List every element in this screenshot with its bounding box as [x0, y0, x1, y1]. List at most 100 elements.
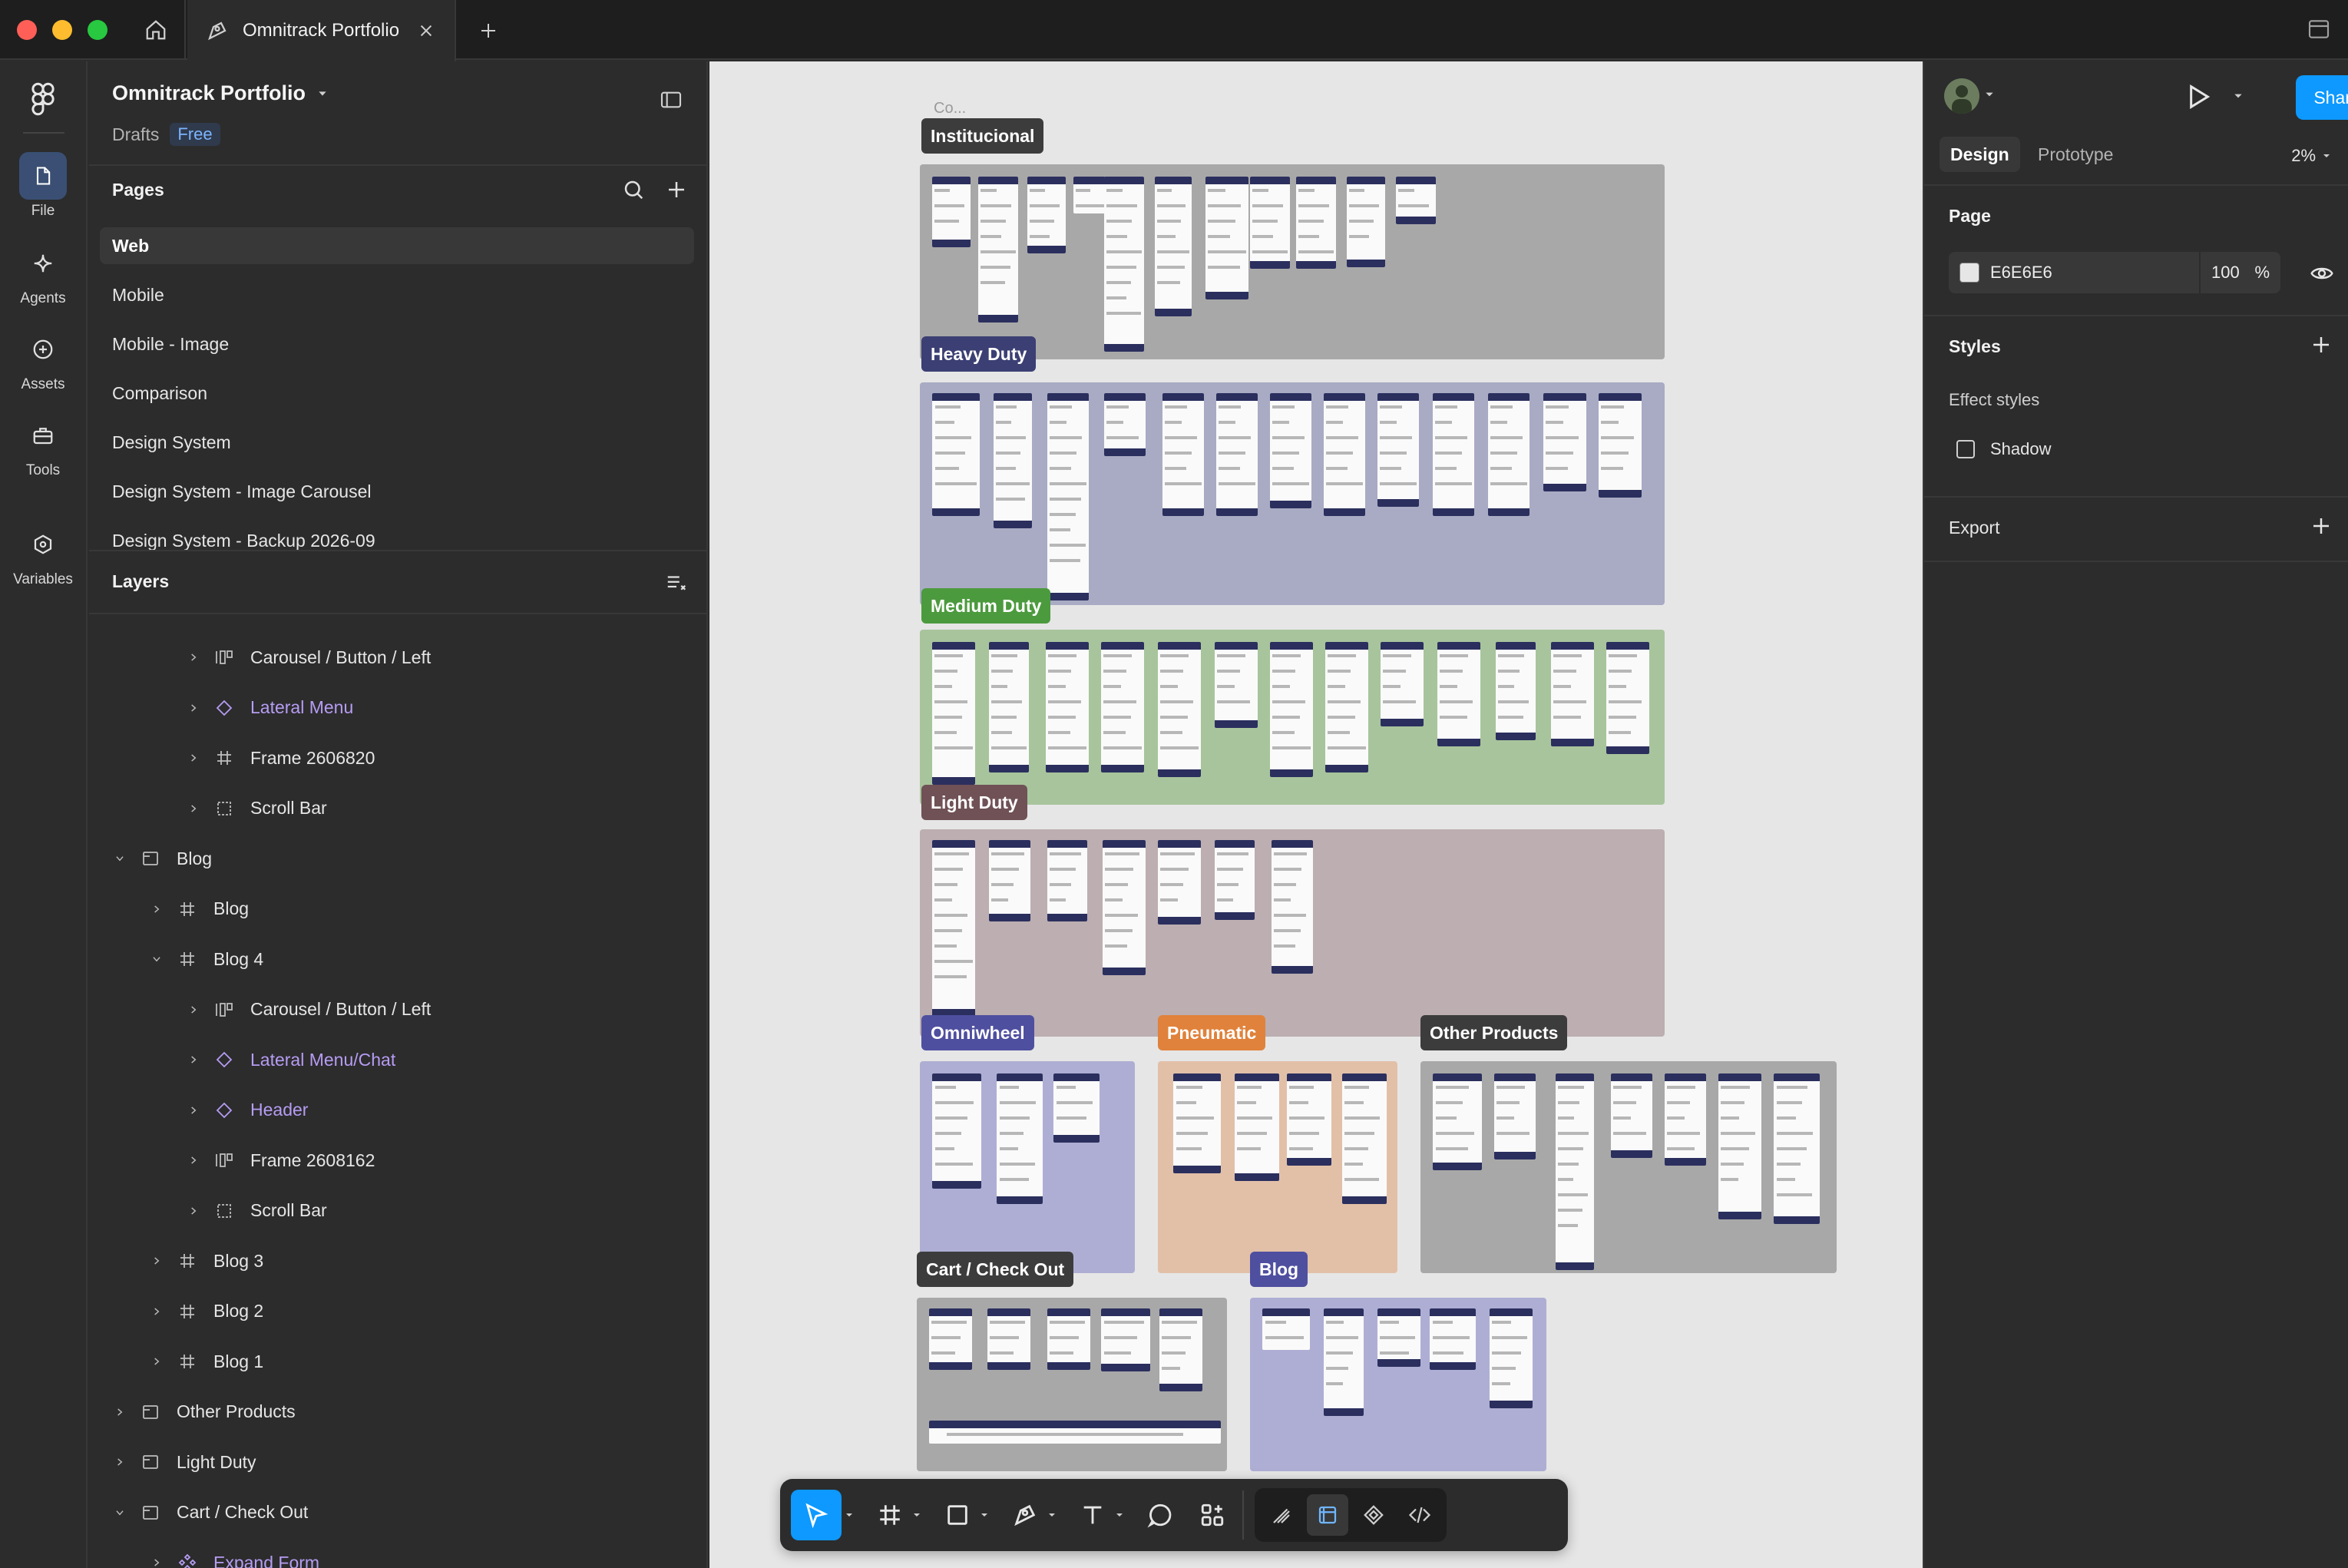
chevron-right-icon[interactable]	[186, 753, 201, 763]
layer-row[interactable]: Blog 3	[89, 1240, 706, 1282]
minimize-window-button[interactable]	[52, 20, 72, 40]
frame-thumbnail[interactable]	[1488, 393, 1530, 516]
frame-thumbnail[interactable]	[987, 1308, 1030, 1370]
frame-thumbnail[interactable]	[1396, 177, 1436, 224]
page-item-design-system-image-carousel[interactable]: Design System - Image Carousel	[100, 473, 694, 510]
frame-thumbnail[interactable]	[932, 177, 971, 247]
avatar-menu[interactable]	[1984, 89, 1995, 104]
main-menu-button[interactable]	[28, 81, 58, 121]
frame-thumbnail[interactable]	[1103, 840, 1146, 975]
layer-row[interactable]: Frame 2608162	[89, 1140, 706, 1181]
rail-item-file[interactable]: File	[0, 152, 86, 220]
file-tab[interactable]: Omnitrack Portfolio	[187, 0, 456, 61]
chevron-right-icon[interactable]	[149, 1356, 164, 1367]
frame-thumbnail[interactable]	[1173, 1073, 1221, 1173]
canvas-section[interactable]	[920, 829, 1665, 1037]
component-mode-button[interactable]	[1353, 1494, 1394, 1536]
present-menu[interactable]	[2233, 91, 2244, 105]
chevron-right-icon[interactable]	[149, 1306, 164, 1317]
rail-item-variables[interactable]: Variables	[0, 521, 86, 588]
frame-tool-button[interactable]	[871, 1490, 909, 1540]
canvas-section[interactable]	[920, 1061, 1135, 1273]
frame-thumbnail[interactable]	[1543, 393, 1586, 491]
frame-thumbnail[interactable]	[929, 1421, 1221, 1444]
toggle-sidebar-button[interactable]	[2307, 17, 2331, 45]
frame-thumbnail[interactable]	[1158, 840, 1201, 925]
frame-thumbnail[interactable]	[1104, 177, 1144, 352]
frame-thumbnail[interactable]	[1159, 1308, 1202, 1391]
maximize-window-button[interactable]	[88, 20, 107, 40]
canvas-section[interactable]	[917, 1298, 1227, 1471]
search-icon[interactable]	[622, 178, 645, 201]
close-window-button[interactable]	[17, 20, 37, 40]
layer-row[interactable]: Other Products	[89, 1391, 706, 1433]
shape-tool-button[interactable]	[938, 1490, 977, 1540]
rail-item-agents[interactable]: Agents	[0, 240, 86, 307]
frame-thumbnail[interactable]	[1215, 840, 1255, 920]
frame-thumbnail[interactable]	[1101, 642, 1144, 772]
section-label[interactable]: Blog	[1250, 1252, 1308, 1287]
frame-thumbnail[interactable]	[1599, 393, 1642, 498]
chevron-right-icon[interactable]	[186, 1206, 201, 1216]
frame-thumbnail[interactable]	[1270, 393, 1311, 508]
frame-thumbnail[interactable]	[1047, 840, 1087, 921]
frame-thumbnail[interactable]	[1216, 393, 1258, 516]
canvas-section[interactable]	[1158, 1061, 1397, 1273]
collapse-panel-button[interactable]	[659, 88, 683, 116]
frame-thumbnail[interactable]	[1296, 177, 1336, 269]
section-label[interactable]: Cart / Check Out	[917, 1252, 1074, 1287]
frame-thumbnail[interactable]	[1155, 177, 1192, 316]
frame-thumbnail[interactable]	[1325, 642, 1368, 772]
section-label[interactable]: Omniwheel	[921, 1015, 1034, 1050]
draw-mode-button[interactable]	[1261, 1494, 1302, 1536]
frame-thumbnail[interactable]	[929, 1308, 972, 1370]
frame-thumbnail[interactable]	[1377, 393, 1419, 507]
rail-item-tools[interactable]: Tools	[0, 412, 86, 479]
chevron-down-icon[interactable]	[112, 853, 127, 864]
frame-thumbnail[interactable]	[989, 642, 1029, 772]
frame-thumbnail[interactable]	[1556, 1073, 1594, 1270]
layers-options-button[interactable]	[665, 571, 688, 598]
chevron-right-icon[interactable]	[186, 703, 201, 713]
avatar[interactable]	[1944, 78, 1979, 114]
canvas-section[interactable]	[920, 164, 1665, 359]
section-label[interactable]: Light Duty	[921, 785, 1027, 820]
frame-thumbnail[interactable]	[1272, 840, 1313, 974]
chevron-right-icon[interactable]	[112, 1407, 127, 1417]
add-style-button[interactable]	[2310, 333, 2333, 360]
layer-row[interactable]: Header	[89, 1090, 706, 1131]
text-tool-menu[interactable]	[1112, 1510, 1127, 1520]
rail-item-assets[interactable]: Assets	[0, 326, 86, 393]
frame-thumbnail[interactable]	[1101, 1308, 1150, 1371]
frame-thumbnail[interactable]	[1104, 393, 1146, 456]
layer-row[interactable]: Carousel / Button / Left	[89, 637, 706, 678]
layer-row[interactable]: Blog	[89, 838, 706, 879]
present-button[interactable]	[2182, 81, 2213, 116]
layer-row[interactable]: Lateral Menu	[89, 687, 706, 729]
frame-thumbnail[interactable]	[1718, 1073, 1761, 1219]
frame-tool-menu[interactable]	[909, 1510, 924, 1520]
frame-thumbnail[interactable]	[1430, 1308, 1476, 1370]
fill-opacity[interactable]: 100 %	[2199, 252, 2280, 293]
frame-thumbnail[interactable]	[1433, 1073, 1482, 1170]
canvas-section[interactable]	[920, 382, 1665, 605]
chevron-right-icon[interactable]	[186, 1105, 201, 1116]
canvas-section[interactable]	[1420, 1061, 1837, 1273]
new-tab-button[interactable]	[473, 15, 504, 46]
layer-row[interactable]: Expand Form	[89, 1542, 706, 1568]
frame-thumbnail[interactable]	[1250, 177, 1290, 269]
dev-mode-button[interactable]	[1399, 1494, 1440, 1536]
frame-thumbnail[interactable]	[1606, 642, 1649, 754]
section-label[interactable]: Institucional	[921, 118, 1044, 154]
shape-tool-menu[interactable]	[977, 1510, 992, 1520]
layer-row[interactable]: Scroll Bar	[89, 788, 706, 829]
frame-thumbnail[interactable]	[1381, 642, 1424, 726]
chevron-right-icon[interactable]	[186, 652, 201, 663]
chevron-right-icon[interactable]	[186, 1155, 201, 1166]
layer-row[interactable]: Scroll Bar	[89, 1190, 706, 1232]
frame-thumbnail[interactable]	[932, 1073, 981, 1189]
frame-thumbnail[interactable]	[1262, 1308, 1310, 1350]
frame-thumbnail[interactable]	[1162, 393, 1204, 516]
close-tab-button[interactable]	[415, 22, 438, 39]
section-label[interactable]: Other Products	[1420, 1015, 1568, 1050]
